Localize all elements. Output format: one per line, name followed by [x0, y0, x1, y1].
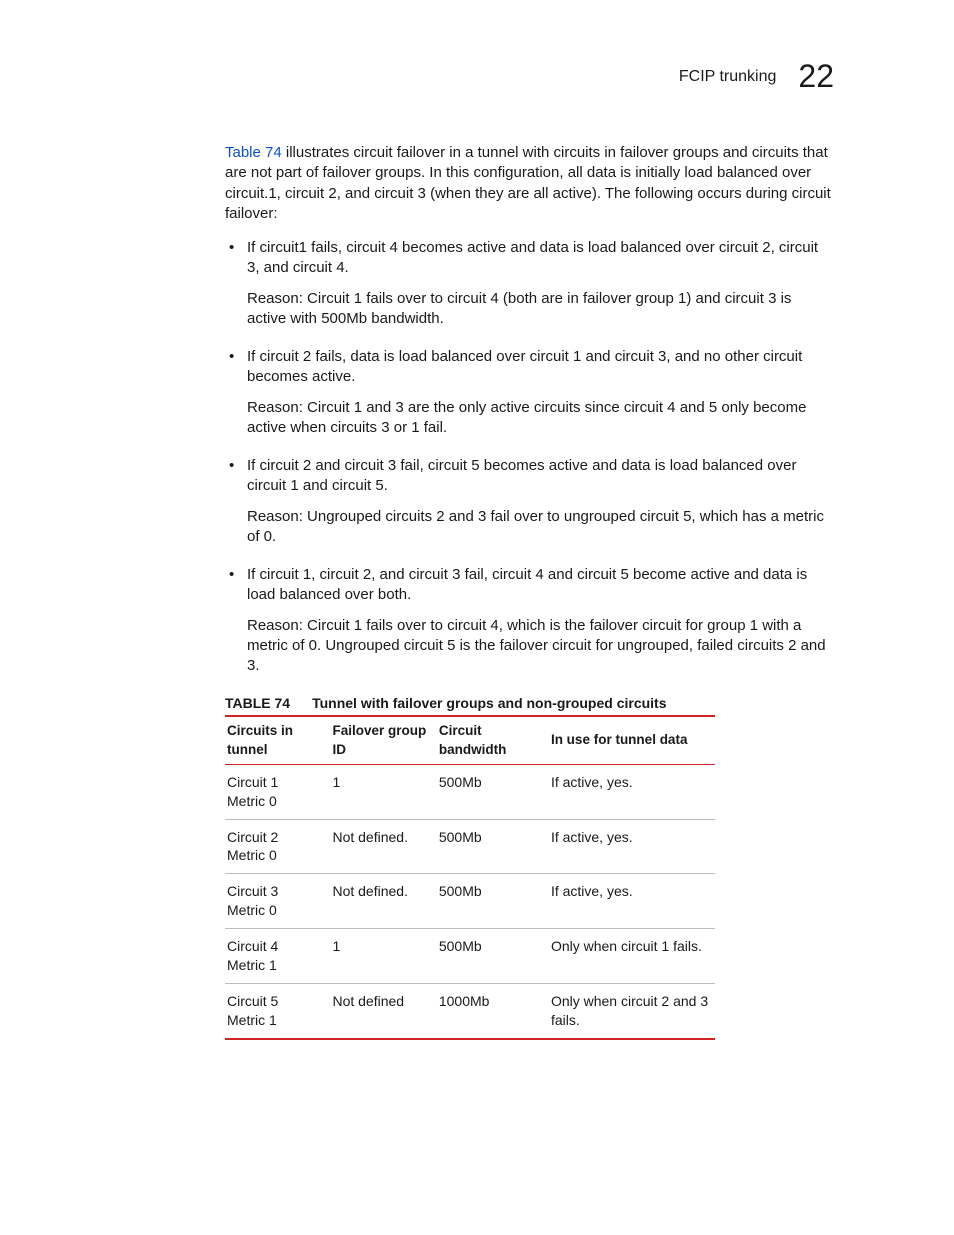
- table-row: Circuit 1Metric 0 1 500Mb If active, yes…: [225, 764, 715, 819]
- cell-circuit: Circuit 2Metric 0: [225, 819, 330, 874]
- bullet-list: If circuit1 fails, circuit 4 becomes act…: [225, 238, 834, 676]
- cell-bandwidth: 500Mb: [437, 764, 549, 819]
- cell-inuse: Only when circuit 1 fails.: [549, 929, 715, 984]
- bullet-main: If circuit 2 fails, data is load balance…: [247, 347, 834, 388]
- cell-group: Not defined.: [330, 819, 436, 874]
- intro-paragraph: Table 74 illustrates circuit failover in…: [225, 143, 834, 224]
- table-title-row: TABLE 74 Tunnel with failover groups and…: [225, 694, 834, 713]
- cell-group: Not defined.: [330, 874, 436, 929]
- bullet-main: If circuit 1, circuit 2, and circuit 3 f…: [247, 565, 834, 606]
- table-row: Circuit 2Metric 0 Not defined. 500Mb If …: [225, 819, 715, 874]
- cell-circuit: Circuit 5Metric 1: [225, 983, 330, 1038]
- page-header: FCIP trunking 22: [225, 55, 834, 98]
- cell-group: Not defined: [330, 983, 436, 1038]
- cell-bandwidth: 500Mb: [437, 929, 549, 984]
- intro-text: illustrates circuit failover in a tunnel…: [225, 144, 831, 222]
- table-reference-link[interactable]: Table 74: [225, 144, 282, 161]
- circuits-table: Circuits in tunnel Failover group ID Cir…: [225, 715, 715, 1039]
- cell-inuse: If active, yes.: [549, 819, 715, 874]
- col-header: In use for tunnel data: [549, 716, 715, 764]
- list-item: If circuit 2 and circuit 3 fail, circuit…: [225, 456, 834, 547]
- cell-group: 1: [330, 764, 436, 819]
- bullet-reason: Reason: Ungrouped circuits 2 and 3 fail …: [247, 507, 834, 548]
- bullet-reason: Reason: Circuit 1 fails over to circuit …: [247, 616, 834, 677]
- table-row: Circuit 4Metric 1 1 500Mb Only when circ…: [225, 929, 715, 984]
- cell-inuse: If active, yes.: [549, 764, 715, 819]
- cell-circuit: Circuit 1Metric 0: [225, 764, 330, 819]
- table-label: TABLE 74: [225, 694, 290, 713]
- bullet-main: If circuit 2 and circuit 3 fail, circuit…: [247, 456, 834, 497]
- bullet-main: If circuit1 fails, circuit 4 becomes act…: [247, 238, 834, 279]
- col-header: Circuits in tunnel: [225, 716, 330, 764]
- cell-inuse: Only when circuit 2 and 3 fails.: [549, 983, 715, 1038]
- col-header: Failover group ID: [330, 716, 436, 764]
- chapter-number: 22: [798, 55, 834, 98]
- cell-group: 1: [330, 929, 436, 984]
- bullet-reason: Reason: Circuit 1 and 3 are the only act…: [247, 398, 834, 439]
- col-header: Circuit bandwidth: [437, 716, 549, 764]
- cell-bandwidth: 1000Mb: [437, 983, 549, 1038]
- cell-bandwidth: 500Mb: [437, 819, 549, 874]
- table-row: Circuit 3Metric 0 Not defined. 500Mb If …: [225, 874, 715, 929]
- cell-circuit: Circuit 4Metric 1: [225, 929, 330, 984]
- list-item: If circuit1 fails, circuit 4 becomes act…: [225, 238, 834, 329]
- cell-bandwidth: 500Mb: [437, 874, 549, 929]
- list-item: If circuit 2 fails, data is load balance…: [225, 347, 834, 438]
- cell-inuse: If active, yes.: [549, 874, 715, 929]
- bullet-reason: Reason: Circuit 1 fails over to circuit …: [247, 289, 834, 330]
- table-row: Circuit 5Metric 1 Not defined 1000Mb Onl…: [225, 983, 715, 1038]
- list-item: If circuit 1, circuit 2, and circuit 3 f…: [225, 565, 834, 676]
- table-caption: Tunnel with failover groups and non-grou…: [312, 694, 666, 713]
- cell-circuit: Circuit 3Metric 0: [225, 874, 330, 929]
- section-title: FCIP trunking: [679, 66, 777, 88]
- table-header-row: Circuits in tunnel Failover group ID Cir…: [225, 716, 715, 764]
